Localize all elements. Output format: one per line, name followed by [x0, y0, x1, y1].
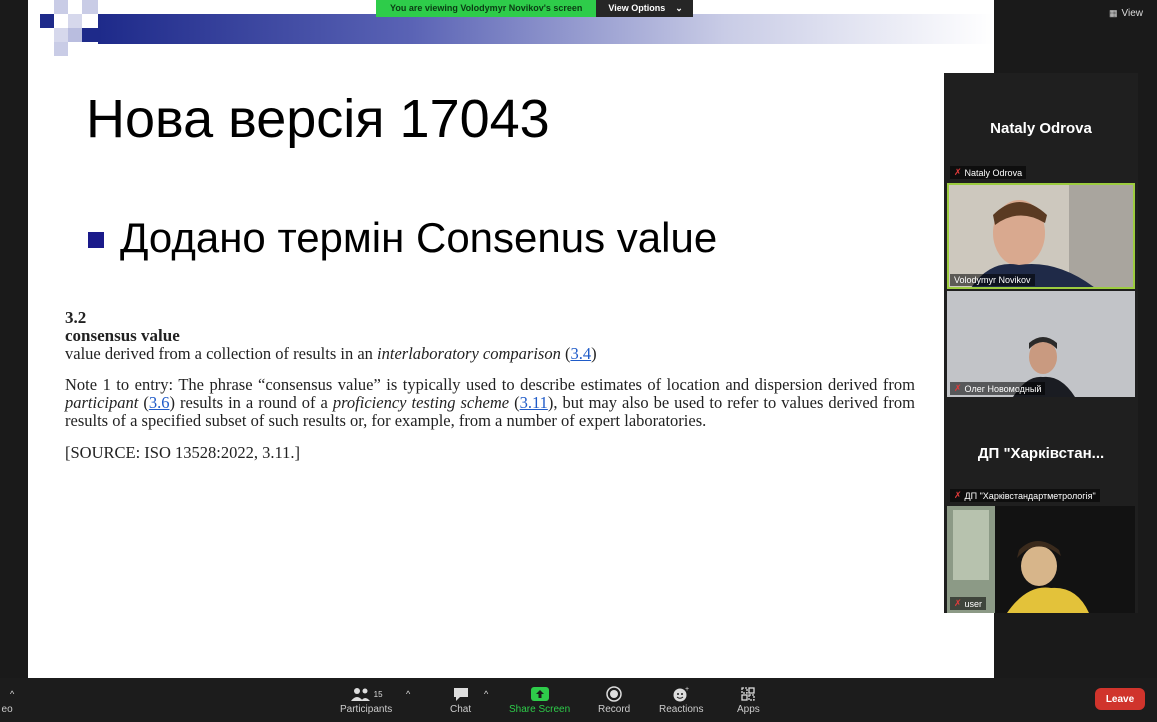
participants-chevron[interactable]: ^ [406, 684, 410, 704]
slide-title-bar [98, 14, 994, 44]
mic-muted-icon: ✗ [954, 167, 962, 177]
slide-deco-square [68, 28, 82, 42]
participant-label-text: Volodymyr Novikov [954, 275, 1031, 285]
slide-deco-square [82, 28, 98, 42]
grid-view-icon: ▦ [1108, 8, 1118, 18]
participants-label: Participants [340, 704, 393, 715]
participant-name: Nataly Odrova [990, 119, 1092, 137]
video-label: eo [1, 704, 13, 715]
participant-label: ✗ Nataly Odrova [950, 166, 1027, 179]
participant-label: Volodymyr Novikov [950, 274, 1035, 286]
participant-gallery: Nataly Odrova ✗ Nataly Odrova Volodymyr … [944, 73, 1138, 613]
shared-slide: Нова версія 17043 Додано термін Consenus… [28, 0, 994, 678]
slide-deco-square [54, 42, 68, 56]
reactions-button[interactable]: + Reactions [659, 684, 703, 715]
definition-text: value derived from a collection of resul… [65, 344, 378, 363]
note-italic-participant: participant [65, 393, 139, 412]
reactions-label: Reactions [659, 704, 704, 715]
chat-label: Chat [450, 704, 472, 715]
leave-button[interactable]: Leave [1095, 688, 1145, 710]
view-label: View [1121, 8, 1144, 19]
ref-link-3-4[interactable]: 3.4 [570, 344, 591, 363]
mic-muted-icon: ✗ [954, 383, 962, 393]
slide-deco-square [54, 28, 68, 42]
term-number: 3.2 [65, 308, 87, 327]
apps-icon [740, 684, 756, 704]
view-button[interactable]: ▦ View [1109, 8, 1143, 19]
bullet-square-icon [88, 232, 104, 248]
bullet-text: Додано термін Consenus value [120, 214, 718, 261]
share-screen-button[interactable]: Share Screen [509, 684, 570, 715]
participant-label-text: Nataly Odrova [964, 167, 1023, 178]
share-screen-label: Share Screen [509, 704, 571, 715]
view-options-label: View Options [608, 3, 666, 13]
svg-text:+: + [685, 686, 689, 693]
participant-label: ✗ Олег Новомодный [950, 382, 1046, 395]
participant-label: ✗ user [950, 597, 987, 610]
definition-italic: interlaboratory comparison [377, 344, 561, 363]
mic-muted-icon: ✗ [954, 490, 962, 500]
chat-button[interactable]: Chat [450, 684, 471, 715]
ref-link-3-6[interactable]: 3.6 [149, 393, 170, 412]
video-button[interactable]: ^ eo [0, 684, 15, 715]
term-name: consensus value [65, 326, 180, 345]
participants-icon: 15 [350, 684, 383, 704]
definition-block: 3.2 consensus value value derived from a… [65, 309, 915, 462]
slide-deco-square [68, 14, 82, 28]
participants-count: 15 [373, 689, 383, 699]
participant-label-text: ДП "Харківстандартметрологія" [964, 490, 1096, 501]
note-text-a: Note 1 to entry: The phrase “consensus v… [65, 375, 915, 394]
screen-share-banner: You are viewing Volodymyr Novikov's scre… [376, 0, 693, 17]
chevron-up-icon: ^ [406, 689, 411, 699]
mic-muted-icon: ✗ [954, 598, 962, 608]
record-button[interactable]: Record [598, 684, 630, 715]
ref-link-3-11[interactable]: 3.11 [520, 393, 548, 412]
chevron-down-icon: ⌄ [675, 3, 683, 13]
record-label: Record [598, 704, 631, 715]
reactions-icon: + [672, 684, 690, 704]
slide-bullet: Додано термін Consenus value [88, 214, 717, 262]
term-source: [SOURCE: ISO 13528:2022, 3.11.] [65, 443, 300, 462]
chevron-up-icon: ^ [10, 689, 15, 699]
note-italic-scheme: proficiency testing scheme [332, 393, 510, 412]
viewing-status: You are viewing Volodymyr Novikov's scre… [376, 0, 597, 17]
slide-title: Нова версія 17043 [86, 89, 550, 149]
note-text-b: results in a round of a [174, 393, 333, 412]
participants-button[interactable]: 15 Participants [340, 684, 392, 715]
term-definition: value derived from a collection of resul… [65, 344, 597, 363]
chat-icon [452, 684, 470, 704]
slide-deco-square [54, 0, 68, 14]
participant-name: ДП "Харківстан... [977, 444, 1105, 462]
chevron-up-icon: ^ [484, 689, 489, 699]
term-note: Note 1 to entry: The phrase “consensus v… [65, 375, 915, 430]
meeting-toolbar: ^ eo 15 Participants ^ Chat ^ Share Scre… [0, 678, 1157, 722]
view-options-button[interactable]: View Options ⌄ [596, 0, 693, 17]
record-icon [606, 684, 622, 704]
participant-label-text: Олег Новомодный [964, 383, 1042, 394]
slide-deco-square [40, 14, 54, 28]
apps-button[interactable]: Apps [737, 684, 760, 715]
chat-chevron[interactable]: ^ [484, 684, 488, 704]
apps-label: Apps [737, 704, 760, 715]
slide-deco-square [82, 0, 98, 14]
participant-label-text: user [964, 598, 983, 609]
participant-label: ✗ ДП "Харківстандартметрологія" [950, 489, 1100, 502]
share-screen-icon [530, 684, 550, 704]
